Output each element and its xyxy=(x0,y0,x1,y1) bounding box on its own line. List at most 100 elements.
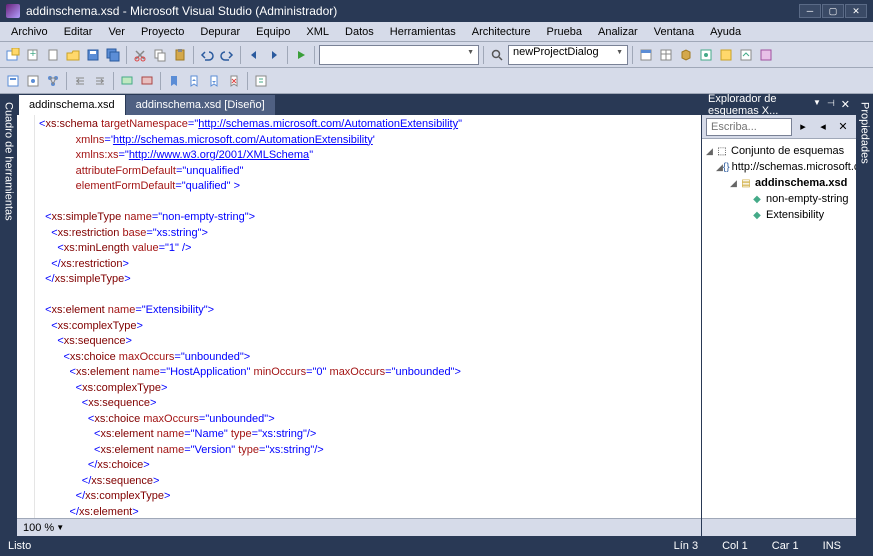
tree-namespace[interactable]: http://schemas.microsoft.c xyxy=(732,161,856,173)
menu-datos[interactable]: Datos xyxy=(338,24,381,40)
tab-xsd-design[interactable]: addinschema.xsd [Diseño] xyxy=(126,95,275,115)
outdent-icon[interactable] xyxy=(71,72,89,90)
layer-explorer-icon[interactable] xyxy=(757,46,775,64)
minimize-button[interactable]: ─ xyxy=(799,4,821,18)
find-icon[interactable] xyxy=(488,46,506,64)
indent-icon[interactable] xyxy=(91,72,109,90)
menu-prueba[interactable]: Prueba xyxy=(540,24,589,40)
panel-close-icon[interactable]: ✕ xyxy=(841,98,850,111)
zoom-level[interactable]: 100 % xyxy=(23,522,54,534)
redo-icon[interactable] xyxy=(218,46,236,64)
new-diagram-icon[interactable] xyxy=(737,46,755,64)
status-line: Lín 3 xyxy=(674,540,698,552)
svg-text:+: + xyxy=(30,48,36,60)
tree-toggle-icon[interactable]: ◢ xyxy=(704,146,715,157)
nav-back-icon[interactable] xyxy=(245,46,263,64)
right-tool-gutter: Propiedades xyxy=(856,94,873,536)
properties-tab[interactable]: Propiedades xyxy=(857,94,873,172)
tree-item[interactable]: non-empty-string xyxy=(766,193,849,205)
status-col: Col 1 xyxy=(722,540,748,552)
tree-toggle-icon[interactable]: ◢ xyxy=(716,162,723,173)
save-icon[interactable] xyxy=(84,46,102,64)
outline-gutter[interactable] xyxy=(17,115,35,518)
menu-architecture[interactable]: Architecture xyxy=(465,24,538,40)
toolbox-window-icon[interactable] xyxy=(677,46,695,64)
copy-icon[interactable] xyxy=(151,46,169,64)
menu-ventana[interactable]: Ventana xyxy=(647,24,701,40)
close-button[interactable]: ✕ xyxy=(845,4,867,18)
status-ready: Listo xyxy=(8,540,31,552)
maximize-button[interactable]: ▢ xyxy=(822,4,844,18)
show-graph-view-icon[interactable] xyxy=(44,72,62,90)
schemaset-icon: ⬚ xyxy=(715,145,729,157)
status-ins: INS xyxy=(823,540,841,552)
menu-ver[interactable]: Ver xyxy=(101,24,132,40)
schema-explorer-panel: Explorador de esquemas X... ▼ ⊣ ✕ ▸ ◂ ✕ … xyxy=(701,94,856,536)
menu-proyecto[interactable]: Proyecto xyxy=(134,24,191,40)
add-item-icon[interactable]: + xyxy=(24,46,42,64)
start-debug-icon[interactable] xyxy=(292,46,310,64)
panel-dropdown-icon[interactable]: ▼ xyxy=(813,98,821,111)
tree-item[interactable]: Extensibility xyxy=(766,209,824,221)
cut-icon[interactable] xyxy=(131,46,149,64)
show-content-model-icon[interactable] xyxy=(24,72,42,90)
nav-fwd-icon[interactable] xyxy=(265,46,283,64)
panel-scroll-stub xyxy=(702,518,856,536)
menu-ayuda[interactable]: Ayuda xyxy=(703,24,748,40)
search-clear-icon[interactable]: ✕ xyxy=(834,118,852,136)
comment-icon[interactable] xyxy=(118,72,136,90)
uncomment-icon[interactable] xyxy=(138,72,156,90)
menu-depurar[interactable]: Depurar xyxy=(193,24,247,40)
element-icon: ◆ xyxy=(750,209,764,221)
new-project-icon[interactable] xyxy=(4,46,22,64)
document-tabs: addinschema.xsd addinschema.xsd [Diseño] xyxy=(17,94,701,115)
statusbar: Listo Lín 3 Col 1 Car 1 INS xyxy=(0,536,873,556)
tree-root[interactable]: Conjunto de esquemas xyxy=(731,145,844,157)
bookmark-next-icon[interactable] xyxy=(205,72,223,90)
namespace-icon: {} xyxy=(723,161,730,173)
start-page-icon[interactable] xyxy=(697,46,715,64)
show-start-view-icon[interactable] xyxy=(4,72,22,90)
window-title: addinschema.xsd - Microsoft Visual Studi… xyxy=(26,4,799,18)
paste-icon[interactable] xyxy=(171,46,189,64)
menu-equipo[interactable]: Equipo xyxy=(249,24,297,40)
find-target-combo[interactable]: newProjectDialog xyxy=(508,45,628,65)
tree-toggle-icon[interactable]: ◢ xyxy=(728,178,739,189)
schema-explorer-icon[interactable] xyxy=(252,72,270,90)
undo-icon[interactable] xyxy=(198,46,216,64)
menu-analizar[interactable]: Analizar xyxy=(591,24,645,40)
code-editor[interactable]: <xs:schema targetNamespace="http://schem… xyxy=(35,115,701,518)
toolbar-row-2 xyxy=(0,68,873,94)
zoom-dropdown-icon[interactable]: ▼ xyxy=(56,523,64,532)
tab-xsd-code[interactable]: addinschema.xsd xyxy=(19,95,125,115)
zoom-bar: 100 % ▼ xyxy=(17,518,701,536)
extensions-icon[interactable] xyxy=(717,46,735,64)
window-titlebar: addinschema.xsd - Microsoft Visual Studi… xyxy=(0,0,873,22)
search-go-icon[interactable]: ▸ xyxy=(794,118,812,136)
tree-file[interactable]: addinschema.xsd xyxy=(755,177,847,189)
search-prev-icon[interactable]: ◂ xyxy=(814,118,832,136)
menu-archivo[interactable]: Archivo xyxy=(4,24,55,40)
schema-tree[interactable]: ◢⬚Conjunto de esquemas ◢{}http://schemas… xyxy=(702,139,856,518)
vs-icon xyxy=(6,4,20,18)
bookmark-toggle-icon[interactable] xyxy=(165,72,183,90)
toolbar-row-1: + newProjectDialog xyxy=(0,42,873,68)
simpletype-icon: ◆ xyxy=(750,193,764,205)
solution-explorer-icon[interactable] xyxy=(637,46,655,64)
menu-xml[interactable]: XML xyxy=(299,24,336,40)
new-file-icon[interactable] xyxy=(44,46,62,64)
open-icon[interactable] xyxy=(64,46,82,64)
panel-pin-icon[interactable]: ⊣ xyxy=(827,98,835,111)
bookmark-clear-icon[interactable] xyxy=(225,72,243,90)
schema-search-input[interactable] xyxy=(706,118,792,136)
menubar: Archivo Editar Ver Proyecto Depurar Equi… xyxy=(0,22,873,42)
bookmark-prev-icon[interactable] xyxy=(185,72,203,90)
properties-window-icon[interactable] xyxy=(657,46,675,64)
menu-editar[interactable]: Editar xyxy=(57,24,100,40)
save-all-icon[interactable] xyxy=(104,46,122,64)
config-combo[interactable] xyxy=(319,45,479,65)
status-car: Car 1 xyxy=(772,540,799,552)
toolbox-tab[interactable]: Cuadro de herramientas xyxy=(1,94,17,229)
editor-pane: addinschema.xsd addinschema.xsd [Diseño]… xyxy=(17,94,701,536)
menu-herramientas[interactable]: Herramientas xyxy=(383,24,463,40)
